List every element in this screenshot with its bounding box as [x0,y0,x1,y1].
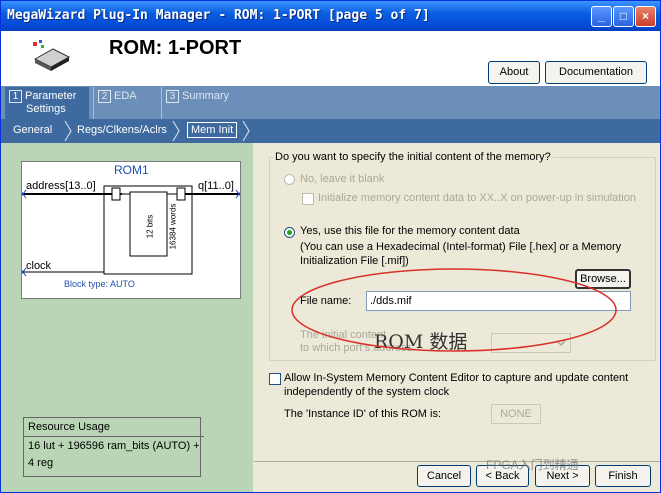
watermark-text: FPGA入门到精通 [486,458,579,472]
chevron-right-icon [242,120,250,142]
documentation-button[interactable]: Documentation [545,61,647,84]
page-title: ROM: 1-PORT [109,37,242,59]
subtab-general[interactable]: General [13,124,52,136]
no-leave-blank-radio[interactable] [284,174,295,185]
clock-port-label: clock [26,260,52,272]
resource-usage-line1: 16 lut + 196596 ram_bits (AUTO) + [28,440,200,452]
sub-tabs: General Regs/Clkens/Aclrs Mem Init [1,119,660,143]
close-icon: × [641,9,649,23]
window-title: MegaWizard Plug-In Manager - ROM: 1-PORT… [7,8,430,23]
finish-button[interactable]: Finish [595,465,651,487]
footer-divider [254,461,660,462]
annotation-ellipse [291,268,617,352]
init-xx-label: Initialize memory content data to XX..X … [318,192,636,204]
insystem-editor-label-line1: Allow In-System Memory Content Editor to… [284,372,629,384]
tab-number: 2 [98,90,111,103]
title-bar[interactable]: MegaWizard Plug-In Manager - ROM: 1-PORT… [1,1,660,31]
symbol-title: ROM1 [114,163,149,177]
resource-usage-box: Resource Usage 16 lut + 196596 ram_bits … [23,417,204,477]
wizard-header: ROM: 1-PORT About Documentation [1,31,660,86]
block-type-label: Block type: AUTO [64,279,135,289]
resource-usage-heading: Resource Usage [24,418,204,437]
file-format-hint-line1: (You can use a Hexadecimal (Intel-format… [300,241,622,253]
subtab-mem-init[interactable]: Mem Init [187,122,238,138]
tab-number: 1 [9,90,22,103]
q-port-label: q[11..0] [198,180,234,192]
tab-label: EDA [114,90,137,102]
address-port-label: address[13..0] [26,180,96,192]
tab-label: Parameter [25,90,77,102]
maximize-button[interactable]: □ [613,6,634,27]
megafunction-chip-icon [33,40,71,71]
minimize-icon: _ [598,9,605,23]
instance-id-input[interactable]: NONE [491,404,541,424]
tab-number: 3 [166,90,179,103]
block-bits-label: 12 bits [145,214,155,239]
insystem-editor-label-line2: independently of the system clock [284,386,450,398]
initial-content-question: Do you want to specify the initial conte… [273,151,553,163]
yes-use-file-radio[interactable] [284,227,295,238]
subtab-regs-clkens-aclrs[interactable]: Regs/Clkens/Aclrs [77,124,167,136]
about-button[interactable]: About [488,61,540,84]
maximize-icon: □ [619,9,628,23]
mem-init-pane: Do you want to specify the initial conte… [254,143,660,492]
no-leave-blank-label: No, leave it blank [300,173,385,185]
rom-symbol: ROM1 address[13..0] q[11..0] clock 12 bi… [21,161,241,299]
minimize-button[interactable]: _ [591,6,612,27]
main-tabs: 1 Parameter Settings 2 EDA 3 Summary [1,86,660,119]
insystem-editor-checkbox[interactable] [269,373,281,385]
tab-summary[interactable]: 3 Summary [161,87,239,119]
tab-label-line2: Settings [26,103,66,115]
chevron-right-icon [64,120,72,142]
tab-label: Summary [182,90,230,102]
megawizard-window: MegaWizard Plug-In Manager - ROM: 1-PORT… [0,0,661,493]
symbol-pane: ROM1 address[13..0] q[11..0] clock 12 bi… [1,143,253,492]
resource-usage-line2: 4 reg [28,457,54,469]
block-words-label: 16384 words [168,203,178,250]
tab-eda[interactable]: 2 EDA [93,87,157,119]
instance-id-label: The 'Instance ID' of this ROM is: [284,408,442,420]
yes-use-file-label: Yes, use this file for the memory conten… [300,225,520,237]
cancel-button[interactable]: Cancel [417,465,471,487]
radio-selected-dot [287,230,292,235]
tab-parameter-settings[interactable]: 1 Parameter Settings [5,87,89,119]
close-button[interactable]: × [635,6,656,27]
chevron-right-icon [172,120,180,142]
init-xx-checkbox[interactable] [302,193,314,205]
